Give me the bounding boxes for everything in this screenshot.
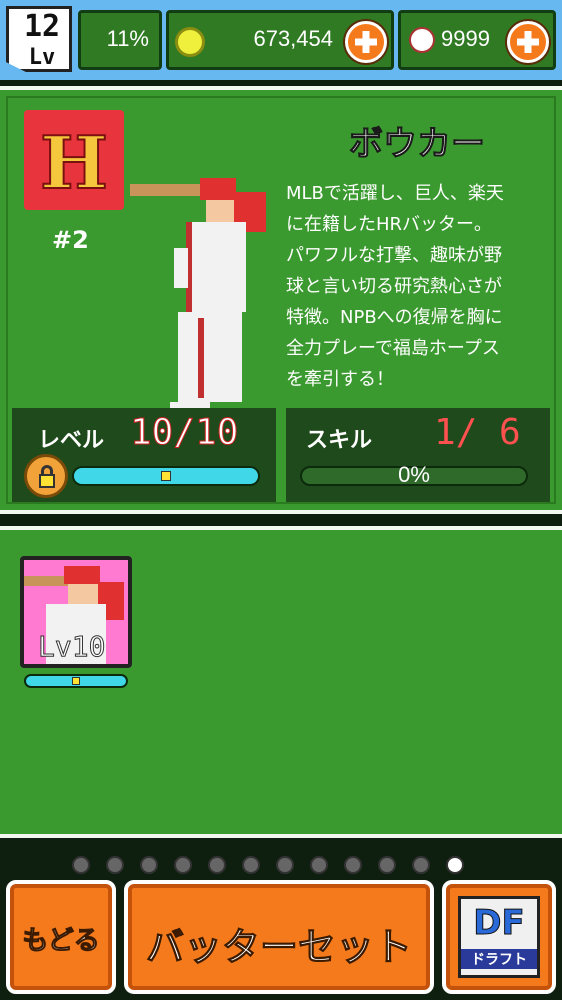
back-button-label: もどる <box>22 926 100 957</box>
batter-collection: Lv10 <box>0 526 562 838</box>
player-bio: MLBで活躍し、巨人、楽天 に在籍したHRバッター。 パワフルな打撃、趣味が野 … <box>286 178 548 395</box>
page-dot[interactable] <box>174 856 192 874</box>
lock-icon <box>24 454 68 498</box>
page-dot[interactable] <box>412 856 430 874</box>
small-lock-icon <box>161 471 171 481</box>
card-progress-bar <box>24 674 128 688</box>
player-name: ボウカー <box>349 124 486 165</box>
bio-line: 全力プレーで福島ホープス <box>286 338 500 359</box>
player-level-label: Lv <box>28 45 56 70</box>
baseball-icon <box>409 27 435 53</box>
set-batter-button-label: バッターセット <box>145 925 412 970</box>
add-balls-button[interactable] <box>507 21 549 63</box>
page-dot[interactable] <box>378 856 396 874</box>
skill-value: 1/ 6 <box>434 412 521 453</box>
level-value: 10/10 <box>129 412 239 454</box>
back-button[interactable]: もどる <box>6 880 116 994</box>
exp-percent: 11% <box>106 26 149 51</box>
team-logo: H <box>24 110 124 210</box>
skill-label: スキル <box>306 428 373 453</box>
skill-box: スキル 1/ 6 0% <box>286 408 550 502</box>
player-level-number: 12 <box>23 9 61 44</box>
page-dot[interactable] <box>310 856 328 874</box>
draft-button[interactable]: DF ドラフト <box>442 880 556 994</box>
ball-amount: 9999 <box>441 26 490 51</box>
level-box: レベル 10/10 <box>12 408 276 502</box>
ball-display: 9999 <box>398 10 556 70</box>
bio-line: MLBで活躍し、巨人、楽天 <box>286 183 504 204</box>
page-dot[interactable] <box>276 856 294 874</box>
page-dot[interactable] <box>140 856 158 874</box>
page-dot[interactable] <box>242 856 260 874</box>
page-dot[interactable] <box>446 856 464 874</box>
draft-icon-text: DF <box>473 903 525 944</box>
card-level-label: Lv10 <box>37 630 106 664</box>
status-bar: 12 Lv 11% 673,454 9999 <box>0 0 562 80</box>
level-label: レベル <box>38 428 105 453</box>
page-dot[interactable] <box>344 856 362 874</box>
coin-icon <box>175 27 205 57</box>
draft-icon-caption: ドラフト <box>461 949 537 969</box>
player-number: #2 <box>52 226 89 254</box>
page-indicator <box>0 852 562 876</box>
batter-card[interactable]: Lv10 <box>20 556 132 668</box>
level-progress-bar <box>72 466 260 486</box>
bio-line: を牽引する！ <box>286 369 394 390</box>
bio-line: パワフルな打撃、趣味が野 <box>286 245 502 266</box>
team-logo-letter: H <box>39 119 109 206</box>
small-lock-icon <box>72 677 80 685</box>
coin-amount: 673,454 <box>253 26 333 51</box>
set-batter-button[interactable]: バッターセット <box>124 880 434 994</box>
bio-line: 球と言い切る研究熱心さが <box>286 276 502 297</box>
coin-display: 673,454 <box>166 10 394 70</box>
page-dot[interactable] <box>106 856 124 874</box>
page-dot[interactable] <box>208 856 226 874</box>
player-level-badge: 12 Lv <box>6 6 72 72</box>
exp-display: 11% <box>78 10 162 70</box>
bio-line: 特徴。NPBへの復帰を胸に <box>286 307 503 328</box>
add-coins-button[interactable] <box>345 21 387 63</box>
player-info-panel: H #2 ボウカー MLBで活躍し、巨人、楽天 に在籍したHRバッター。 パワフ… <box>0 86 562 514</box>
page-dot[interactable] <box>72 856 90 874</box>
bio-line: に在籍したHRバッター。 <box>286 214 492 235</box>
draft-icon: DF ドラフト <box>458 896 540 978</box>
skill-percent: 0% <box>398 462 430 487</box>
